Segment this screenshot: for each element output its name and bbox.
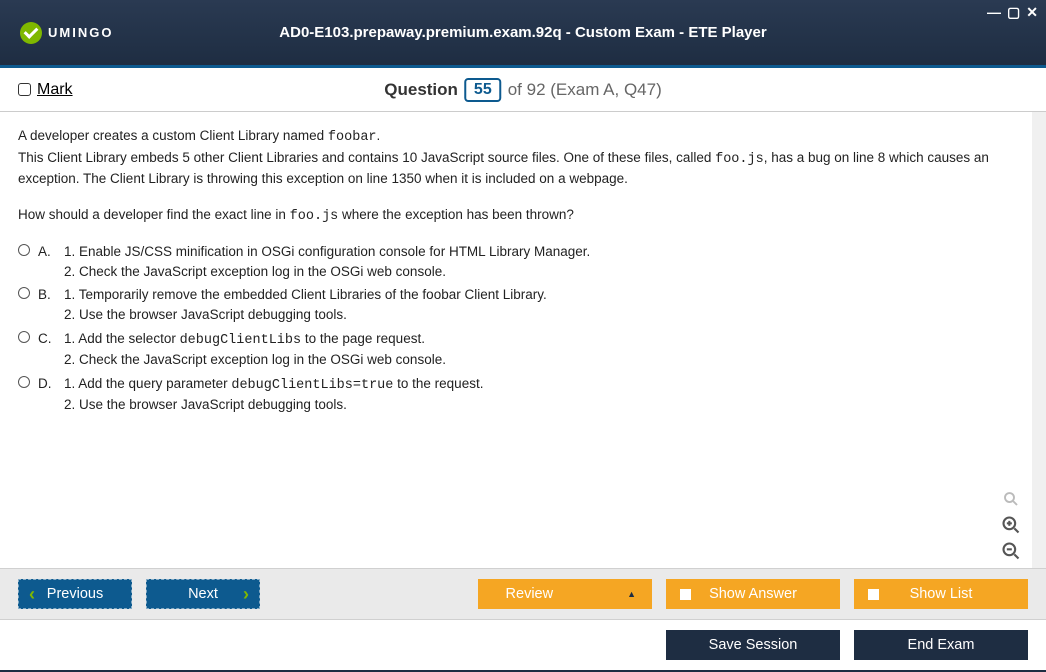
question-title: Question 55 of 92 (Exam A, Q47) bbox=[384, 78, 661, 102]
mark-checkbox-icon[interactable] bbox=[18, 83, 31, 96]
maximize-icon[interactable]: ▢ bbox=[1007, 4, 1020, 21]
show-list-button[interactable]: Show List bbox=[854, 579, 1028, 609]
zoom-out-icon[interactable] bbox=[1000, 540, 1022, 562]
next-button[interactable]: Next bbox=[146, 579, 260, 609]
text: to the request. bbox=[393, 376, 483, 391]
text: A developer creates a custom Client Libr… bbox=[18, 128, 328, 143]
code-text: debugClientLibs bbox=[180, 333, 302, 348]
option-text: 1. Enable JS/CSS minification in OSGi co… bbox=[64, 242, 1014, 281]
show-answer-button[interactable]: Show Answer bbox=[666, 579, 840, 609]
text: 1. Add the selector bbox=[64, 331, 180, 346]
option-letter: C. bbox=[38, 329, 56, 349]
text: How should a developer find the exact li… bbox=[18, 207, 290, 222]
option-letter: D. bbox=[38, 374, 56, 394]
text: 2. Use the browser JavaScript debugging … bbox=[64, 307, 347, 322]
radio-icon[interactable] bbox=[18, 287, 30, 299]
window-title: AD0-E103.prepaway.premium.exam.92q - Cus… bbox=[279, 24, 766, 41]
option-text: 1. Add the selector debugClientLibs to t… bbox=[64, 329, 1014, 370]
nav-button-row: Previous Next Review Show Answer Show Li… bbox=[0, 568, 1046, 619]
question-label: Question bbox=[384, 80, 458, 100]
text: This Client Library embeds 5 other Clien… bbox=[18, 150, 715, 165]
titlebar: UMINGO AD0-E103.prepaway.premium.exam.92… bbox=[0, 0, 1046, 68]
question-content: A developer creates a custom Client Libr… bbox=[0, 112, 1046, 568]
close-icon[interactable]: ✕ bbox=[1026, 4, 1038, 21]
mark-label: Mark bbox=[37, 81, 73, 98]
radio-icon[interactable] bbox=[18, 244, 30, 256]
answer-options: A. 1. Enable JS/CSS minification in OSGi… bbox=[18, 242, 1014, 415]
review-button[interactable]: Review bbox=[478, 579, 652, 609]
text: 2. Check the JavaScript exception log in… bbox=[64, 264, 446, 279]
option-c[interactable]: C. 1. Add the selector debugClientLibs t… bbox=[18, 329, 1014, 370]
radio-icon[interactable] bbox=[18, 331, 30, 343]
mark-checkbox-wrap[interactable]: Mark bbox=[18, 81, 73, 99]
previous-button[interactable]: Previous bbox=[18, 579, 132, 609]
option-text: 1. Temporarily remove the embedded Clien… bbox=[64, 285, 1014, 324]
checkbox-icon[interactable] bbox=[680, 589, 691, 600]
button-label: End Exam bbox=[908, 637, 975, 653]
code-text: foo.js bbox=[715, 152, 764, 167]
button-label: Next bbox=[188, 586, 218, 602]
zoom-tools bbox=[1000, 488, 1022, 562]
search-icon[interactable] bbox=[1000, 488, 1022, 510]
text: 2. Use the browser JavaScript debugging … bbox=[64, 397, 347, 412]
option-letter: B. bbox=[38, 285, 56, 305]
end-exam-button[interactable]: End Exam bbox=[854, 630, 1028, 660]
button-label: Show Answer bbox=[709, 586, 797, 602]
code-text: foo.js bbox=[290, 209, 339, 224]
option-text: 1. Add the query parameter debugClientLi… bbox=[64, 374, 1014, 415]
option-letter: A. bbox=[38, 242, 56, 262]
logo-text: UMINGO bbox=[48, 25, 113, 40]
question-prompt: How should a developer find the exact li… bbox=[18, 205, 1014, 227]
option-d[interactable]: D. 1. Add the query parameter debugClien… bbox=[18, 374, 1014, 415]
question-rest: of 92 (Exam A, Q47) bbox=[508, 80, 662, 100]
text: to the page request. bbox=[301, 331, 425, 346]
zoom-in-icon[interactable] bbox=[1000, 514, 1022, 536]
text: 1. Enable JS/CSS minification in OSGi co… bbox=[64, 244, 590, 259]
button-label: Review bbox=[506, 586, 554, 602]
logo-check-icon bbox=[20, 22, 42, 44]
button-label: Show List bbox=[910, 586, 973, 602]
radio-icon[interactable] bbox=[18, 376, 30, 388]
button-label: Save Session bbox=[709, 637, 798, 653]
code-text: foobar bbox=[328, 130, 377, 145]
text: 1. Temporarily remove the embedded Clien… bbox=[64, 287, 547, 302]
option-a[interactable]: A. 1. Enable JS/CSS minification in OSGi… bbox=[18, 242, 1014, 281]
session-button-row: Save Session End Exam bbox=[0, 619, 1046, 672]
text: . bbox=[377, 128, 381, 143]
window-controls: — ▢ ✕ bbox=[987, 4, 1038, 21]
question-number: 55 bbox=[464, 78, 502, 102]
text: 2. Check the JavaScript exception log in… bbox=[64, 352, 446, 367]
minimize-icon[interactable]: — bbox=[987, 4, 1001, 21]
logo: UMINGO bbox=[20, 22, 113, 44]
save-session-button[interactable]: Save Session bbox=[666, 630, 840, 660]
button-label: Previous bbox=[47, 586, 103, 602]
question-intro: A developer creates a custom Client Libr… bbox=[18, 126, 1014, 189]
text: where the exception has been thrown? bbox=[338, 207, 574, 222]
text: 1. Add the query parameter bbox=[64, 376, 231, 391]
checkbox-icon[interactable] bbox=[868, 589, 879, 600]
code-text: debugClientLibs=true bbox=[231, 378, 393, 393]
option-b[interactable]: B. 1. Temporarily remove the embedded Cl… bbox=[18, 285, 1014, 324]
question-header: Mark Question 55 of 92 (Exam A, Q47) bbox=[0, 68, 1046, 112]
